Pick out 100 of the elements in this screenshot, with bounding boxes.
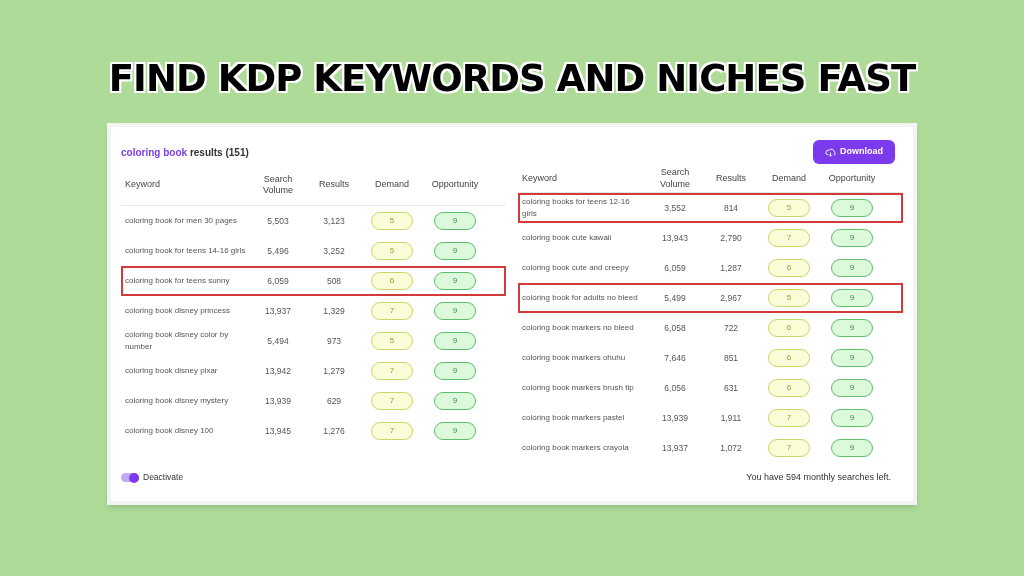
column-header: Results	[715, 172, 747, 185]
table-row[interactable]: coloring book markers brush tip 6,056 631 6 9	[518, 373, 903, 403]
results-cell-text: 629	[325, 394, 343, 408]
results-cell-text: 2,967	[719, 291, 743, 305]
opportunity-pill: 9	[434, 332, 476, 350]
volume-cell-text: 5,494	[266, 334, 290, 348]
searches-left: You have 594 monthly searches left.	[746, 471, 891, 484]
opportunity-pill: 9	[434, 392, 476, 410]
results-cell-text: 1,329	[322, 304, 346, 318]
results-cell-text: 508	[325, 274, 343, 288]
opportunity-pill: 9	[831, 199, 873, 217]
volume-cell-text: 6,058	[663, 321, 687, 335]
table-row[interactable]: coloring book cute and creepy 6,059 1,287 6 9	[518, 253, 903, 283]
highlighted-row[interactable]: coloring books for teens 12-16 girls 3,552 814 5 9	[518, 193, 903, 223]
keyword-cell-text: coloring book disney color by number	[125, 329, 230, 353]
demand-pill: 7	[371, 392, 413, 410]
volume-cell-text: 6,056	[663, 381, 687, 395]
results-cell-text: 631	[722, 381, 740, 395]
keyword-cell-text: coloring book markers brush tip	[522, 382, 635, 394]
volume-cell-text: 13,939	[264, 394, 292, 408]
download-button[interactable]: Download	[813, 140, 895, 164]
opportunity-pill: 9	[831, 229, 873, 247]
column-header: Opportunity	[430, 179, 480, 191]
demand-pill: 7	[371, 422, 413, 440]
demand-pill: 6	[768, 319, 810, 337]
demand-pill: 7	[768, 229, 810, 247]
demand-pill: 5	[371, 332, 413, 350]
opportunity-pill: 9	[831, 349, 873, 367]
demand-pill: 7	[371, 362, 413, 380]
keyword-cell-text: coloring book disney mystery	[125, 395, 230, 407]
table-row[interactable]: coloring book for teens 14-16 girls 5,496 3,252 5 9	[121, 236, 506, 266]
demand-pill: 5	[371, 212, 413, 230]
keyword-cell-text: coloring books for teens 12-16 girls	[522, 196, 631, 220]
table-row[interactable]: coloring book disney pixar 13,942 1,279 7 9	[121, 356, 506, 386]
opportunity-pill: 9	[831, 409, 873, 427]
table-row[interactable]: coloring book disney princess 13,937 1,329 7 9	[121, 296, 506, 326]
column-header: Results	[318, 179, 350, 191]
opportunity-pill: 9	[434, 212, 476, 230]
opportunity-pill: 9	[831, 439, 873, 457]
table-row[interactable]: coloring book disney mystery 13,939 629 7 9	[121, 386, 506, 416]
demand-pill: 6	[768, 259, 810, 277]
demand-pill: 5	[371, 242, 413, 260]
keyword-cell-text: coloring book for adults no bleed	[522, 292, 639, 304]
volume-cell-text: 6,059	[266, 274, 290, 288]
cloud-download-icon	[825, 146, 836, 158]
demand-pill: 6	[768, 349, 810, 367]
results-cell-text: 2,790	[719, 231, 743, 245]
volume-cell-text: 6,059	[663, 261, 687, 275]
volume-cell-text: 13,943	[661, 231, 689, 245]
highlighted-row[interactable]: coloring book for adults no bleed 5,499 2,967 5 9	[518, 283, 903, 313]
results-cell-text: 1,911	[719, 411, 743, 425]
demand-pill: 6	[768, 379, 810, 397]
results-cell-text: 814	[722, 201, 740, 215]
volume-cell-text: 13,939	[661, 411, 689, 425]
toggle-label: Deactivate	[143, 471, 184, 485]
keyword-cell-text: coloring book cute kawaii	[522, 232, 613, 244]
results-cell-text: 1,287	[719, 261, 743, 275]
keyword-cell-text: coloring book markers pastel	[522, 412, 626, 424]
volume-cell-text: 5,503	[266, 214, 290, 228]
results-cell-text: 1,276	[322, 424, 346, 438]
table-row[interactable]: coloring book markers no bleed 6,058 722 6 9	[518, 313, 903, 343]
volume-cell-text: 13,937	[264, 304, 292, 318]
volume-cell-text: 5,499	[663, 291, 687, 305]
keyword-cell-text: coloring book disney 100	[125, 425, 215, 437]
keyword-cell-text: coloring book disney pixar	[125, 365, 219, 377]
column-header: Demand	[771, 172, 807, 185]
demand-pill: 7	[371, 302, 413, 320]
opportunity-pill: 9	[434, 302, 476, 320]
headline: FIND KDP KEYWORDS AND NICHES FAST	[108, 60, 916, 97]
volume-cell-text: 13,942	[264, 364, 292, 378]
table-row[interactable]: coloring book markers ohuhu 7,646 851 6 9	[518, 343, 903, 373]
opportunity-pill: 9	[831, 379, 873, 397]
keyword-cell: coloring book for teens 14-16 girls	[125, 245, 247, 257]
column-header: Keyword	[125, 179, 161, 191]
table-row[interactable]: coloring book for men 30 pages 5,503 3,123 5 9	[121, 206, 506, 236]
opportunity-pill: 9	[831, 259, 873, 277]
toggle-switch[interactable]	[121, 473, 139, 483]
opportunity-pill: 9	[831, 319, 873, 337]
results-cell-text: 3,252	[322, 244, 346, 258]
opportunity-pill: 9	[434, 422, 476, 440]
table-row[interactable]: coloring book cute kawaii 13,943 2,790 7 9	[518, 223, 903, 253]
results-cell-text: 3,123	[322, 214, 346, 228]
demand-pill: 7	[768, 439, 810, 457]
volume-cell-text: 3,552	[663, 201, 687, 215]
results-cell-text: 1,072	[719, 441, 743, 455]
table-row[interactable]: coloring book markers pastel 13,939 1,911 7 9	[518, 403, 903, 433]
column-header: Demand	[374, 179, 410, 191]
keyword-cell-text: coloring book markers no bleed	[522, 322, 635, 334]
keyword-cell-text: coloring book for teens sunny	[125, 275, 231, 287]
volume-cell-text: 7,646	[663, 351, 687, 365]
column-header: Opportunity	[827, 172, 877, 185]
keyword-cell-text: coloring book markers ohuhu	[522, 352, 627, 364]
table-row[interactable]: coloring book disney 100 13,945 1,276 7 9	[121, 416, 506, 446]
highlighted-row[interactable]: coloring book for teens sunny 6,059 508 6 9	[121, 266, 506, 296]
table-row[interactable]: coloring book disney color by number 5,494 973 5 9	[121, 326, 506, 356]
results-cell-text: 973	[325, 334, 343, 348]
demand-pill: 5	[768, 199, 810, 217]
table-row[interactable]: coloring book markers crayola 13,937 1,072 7 9	[518, 433, 903, 463]
column-header: Search Volume	[659, 167, 691, 190]
keyword-cell-text: coloring book for men 30 pages	[125, 215, 239, 227]
